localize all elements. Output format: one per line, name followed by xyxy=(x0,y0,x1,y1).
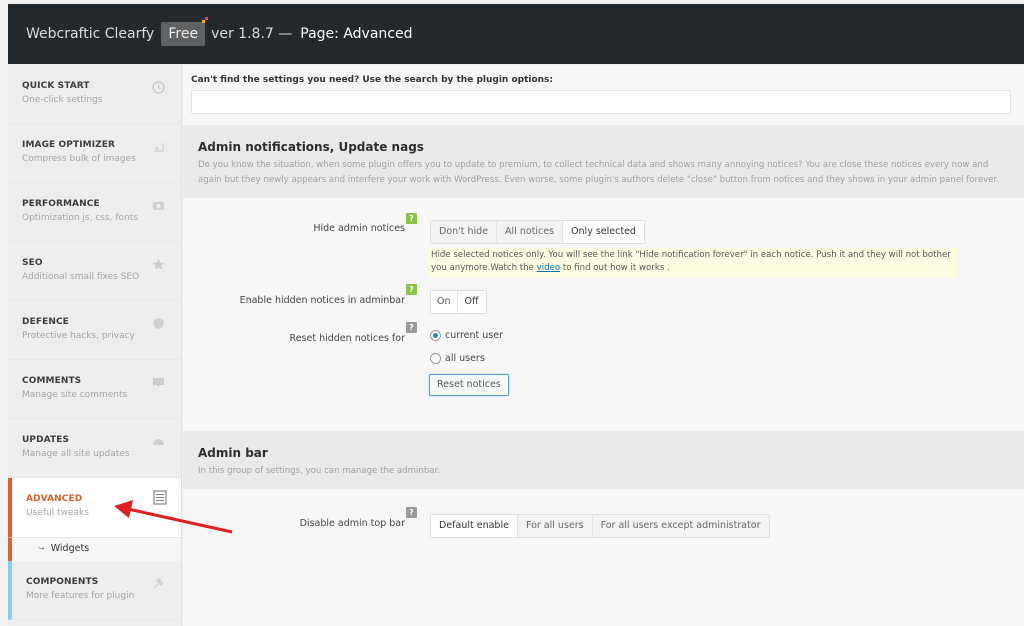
disable-topbar-toggle: Default enable For all users For all use… xyxy=(430,514,770,538)
sidebar-item-subtitle: Manage site comments xyxy=(22,390,128,400)
free-badge: Free xyxy=(161,17,209,46)
sidebar-item-subtitle: Useful tweaks xyxy=(26,508,89,518)
hide-notices-label: Hide admin notices xyxy=(313,223,405,234)
star-icon xyxy=(151,258,165,272)
sidebar-item-title: COMMENTS xyxy=(22,376,82,386)
sidebar-item-subtitle: More features for plugin xyxy=(26,591,135,601)
option-off[interactable]: Off xyxy=(457,291,486,313)
group-header-notifications: Admin notifications, Update nags Do you … xyxy=(183,125,1024,198)
sidebar-item-subtitle: Optimization js, css, fonts xyxy=(22,213,138,223)
free-badge-label: Free xyxy=(168,26,199,42)
subitem-arrow-icon: ↪ xyxy=(38,544,45,553)
image-icon xyxy=(151,140,165,154)
help-icon[interactable]: ? xyxy=(406,284,417,295)
sidebar-item-title: QUICK START xyxy=(22,81,90,91)
clock-icon xyxy=(151,81,165,95)
sidebar-item-title: ADVANCED xyxy=(26,494,83,504)
sidebar-item-advanced[interactable]: ADVANCED Useful tweaks xyxy=(8,478,181,538)
sidebar-item-title: UPDATES xyxy=(22,435,70,445)
sidebar-item-title: PERFORMANCE xyxy=(22,199,100,209)
subitem-label: Widgets xyxy=(50,543,90,554)
help-icon[interactable]: ? xyxy=(406,322,417,333)
page-title: Page: Advanced xyxy=(300,26,413,42)
sidebar-item-title: SEO xyxy=(22,258,43,268)
radio-all-users[interactable]: all users xyxy=(430,353,485,364)
group-title: Admin notifications, Update nags xyxy=(198,140,424,154)
sidebar-item-updates[interactable]: UPDATES Manage all site updates xyxy=(8,419,181,478)
main-content: Can't find the settings you need? Use th… xyxy=(183,65,1024,626)
group-header-adminbar: Admin bar In this group of settings, you… xyxy=(183,431,1024,489)
list-icon xyxy=(153,490,167,505)
sidebar-item-title: IMAGE OPTIMIZER xyxy=(22,140,116,150)
sidebar-item-title: COMPONENTS xyxy=(26,577,99,587)
group-description: Do you know the situation, when some plu… xyxy=(198,160,999,185)
sidebar-item-performance[interactable]: PERFORMANCE Optimization js, css, fonts xyxy=(8,183,181,242)
hide-notices-hint: Hide selected notices only. You will see… xyxy=(427,248,957,278)
shield-icon xyxy=(151,317,165,331)
group-title: Admin bar xyxy=(198,446,268,460)
plugin-name: Webcraftic Clearfy xyxy=(26,26,155,42)
radio-label: all users xyxy=(445,353,485,364)
radio-current-user[interactable]: current user xyxy=(430,330,503,341)
option-only-selected[interactable]: Only selected xyxy=(563,221,644,243)
reset-notices-button[interactable]: Reset notices xyxy=(429,374,509,396)
option-default-enable[interactable]: Default enable xyxy=(431,515,518,537)
sidebar-item-subtitle: Additional small fixes SEO xyxy=(22,272,140,282)
help-icon[interactable]: ? xyxy=(406,213,417,224)
option-dont-hide[interactable]: Don't hide xyxy=(431,221,498,243)
sidebar-item-subtitle: Protective hacks, privacy xyxy=(22,331,135,341)
radio-button[interactable] xyxy=(430,353,441,364)
hint-text-end: to find out how it works . xyxy=(560,263,670,273)
option-for-all-users[interactable]: For all users xyxy=(518,515,593,537)
comment-icon xyxy=(151,376,165,390)
sidebar-item-seo[interactable]: SEO Additional small fixes SEO xyxy=(8,242,181,301)
radio-label: current user xyxy=(445,330,504,341)
hint-text: Hide selected notices only. You will see… xyxy=(431,250,951,273)
group-description: In this group of settings, you can manag… xyxy=(198,466,441,476)
sparkle-icon xyxy=(202,17,209,23)
sidebar-item-components[interactable]: COMPONENTS More features for plugin xyxy=(8,561,181,620)
sidebar-item-subtitle: One-click settings xyxy=(22,95,103,105)
sidebar-item-comments[interactable]: COMMENTS Manage site comments xyxy=(8,360,181,419)
option-on[interactable]: On xyxy=(431,291,458,313)
plugin-icon xyxy=(151,577,165,591)
sidebar-item-subtitle: Manage all site updates xyxy=(22,449,130,459)
option-all-notices[interactable]: All notices xyxy=(497,221,564,243)
search-label: Can't find the settings you need? Use th… xyxy=(191,75,554,85)
help-icon[interactable]: ? xyxy=(406,507,417,518)
radio-button[interactable] xyxy=(430,330,441,341)
sidebar-subitem-widgets[interactable]: ↪ Widgets xyxy=(8,538,181,561)
sidebar-item-image-optimizer[interactable]: IMAGE OPTIMIZER Compress bulk of images xyxy=(8,124,181,183)
sidebar-item-quick-start[interactable]: QUICK START One-click settings xyxy=(8,65,181,124)
reset-notices-label: Reset hidden notices for xyxy=(289,333,405,344)
cloud-icon xyxy=(151,435,165,449)
sidebar-item-title: DEFENCE xyxy=(22,317,69,327)
plugin-header: Webcraftic Clearfy Free ver 1.8.7 — Page… xyxy=(8,4,1024,64)
disable-topbar-label: Disable admin top bar xyxy=(299,518,405,529)
sidebar-item-subtitle: Compress bulk of images xyxy=(22,154,136,164)
sidebar-item-defence[interactable]: DEFENCE Protective hacks, privacy xyxy=(8,301,181,360)
plugin-version: ver 1.8.7 — xyxy=(211,26,293,42)
page: Webcraftic Clearfy Free ver 1.8.7 — Page… xyxy=(0,0,1024,626)
hide-notices-toggle: Don't hide All notices Only selected xyxy=(430,220,645,244)
option-all-except-admin[interactable]: For all users except administrator xyxy=(593,515,769,537)
video-link[interactable]: video xyxy=(537,263,560,273)
sidebar: QUICK START One-click settings IMAGE OPT… xyxy=(8,65,182,626)
adminbar-notices-toggle: On Off xyxy=(430,290,487,314)
dashboard-icon xyxy=(151,199,165,213)
options-search-input[interactable] xyxy=(191,90,1011,114)
adminbar-notices-label: Enable hidden notices in adminbar xyxy=(239,295,405,306)
